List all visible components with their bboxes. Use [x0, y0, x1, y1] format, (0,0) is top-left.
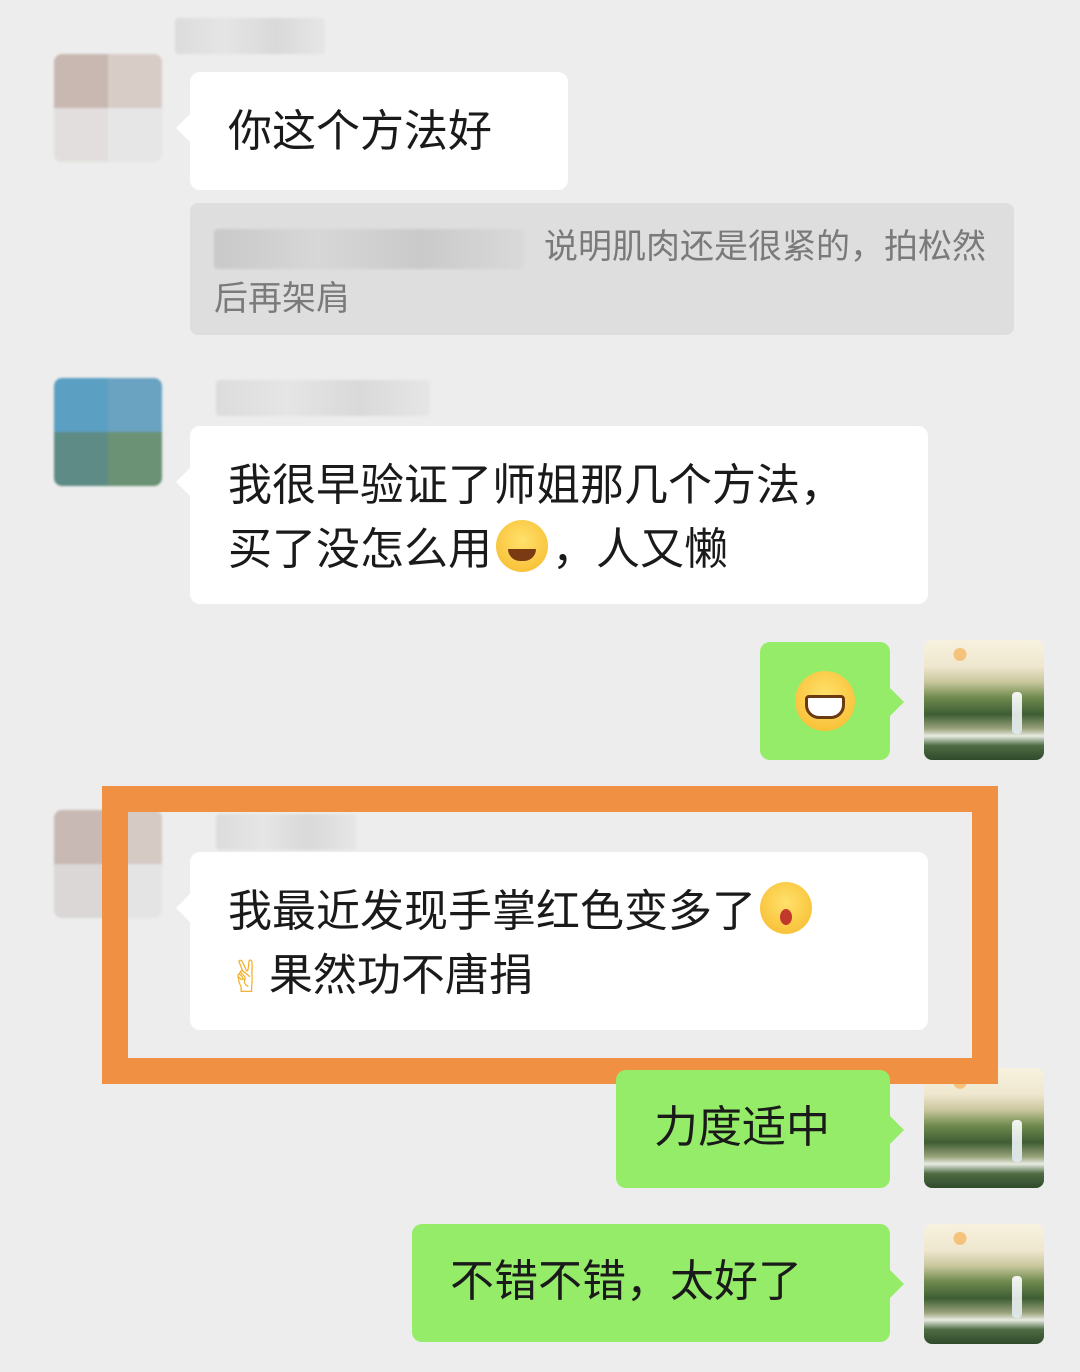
message-text: 你这个方法好 — [228, 106, 492, 157]
quoted-reply[interactable]: 说明肌肉还是很紧的，拍松然后再架肩 — [190, 203, 1014, 335]
message-bubble[interactable]: 你这个方法好 — [176, 72, 568, 190]
self-avatar[interactable] — [924, 1068, 1044, 1188]
quoted-sender-blurred — [214, 228, 524, 269]
contact-avatar[interactable] — [54, 54, 162, 162]
message-bubble[interactable]: 力度适中 — [616, 1070, 904, 1188]
message-bubble[interactable]: 我很早验证了师姐那几个方法， 买了没怎么用 ，人又懒 — [176, 426, 928, 604]
message-bubble[interactable]: 不错不错，太好了 — [412, 1224, 904, 1342]
message-text: 力度适中 — [654, 1102, 830, 1153]
message-text-line1: 我很早验证了师姐那几个方法， — [228, 460, 844, 511]
message-text: 不错不错，太好了 — [450, 1256, 802, 1307]
contact-name-blurred — [175, 18, 325, 54]
self-avatar[interactable] — [924, 1224, 1044, 1344]
self-avatar[interactable] — [924, 640, 1044, 760]
contact-name-blurred — [216, 380, 430, 416]
message-text-line2b: ，人又懒 — [552, 524, 728, 575]
message-bubble[interactable] — [760, 642, 904, 760]
message-text-line2a: 买了没怎么用 — [228, 524, 492, 575]
grinning-face-icon — [795, 671, 855, 731]
face-palm-laugh-icon — [496, 520, 548, 572]
contact-avatar[interactable] — [54, 378, 162, 486]
highlight-box — [102, 786, 998, 1084]
